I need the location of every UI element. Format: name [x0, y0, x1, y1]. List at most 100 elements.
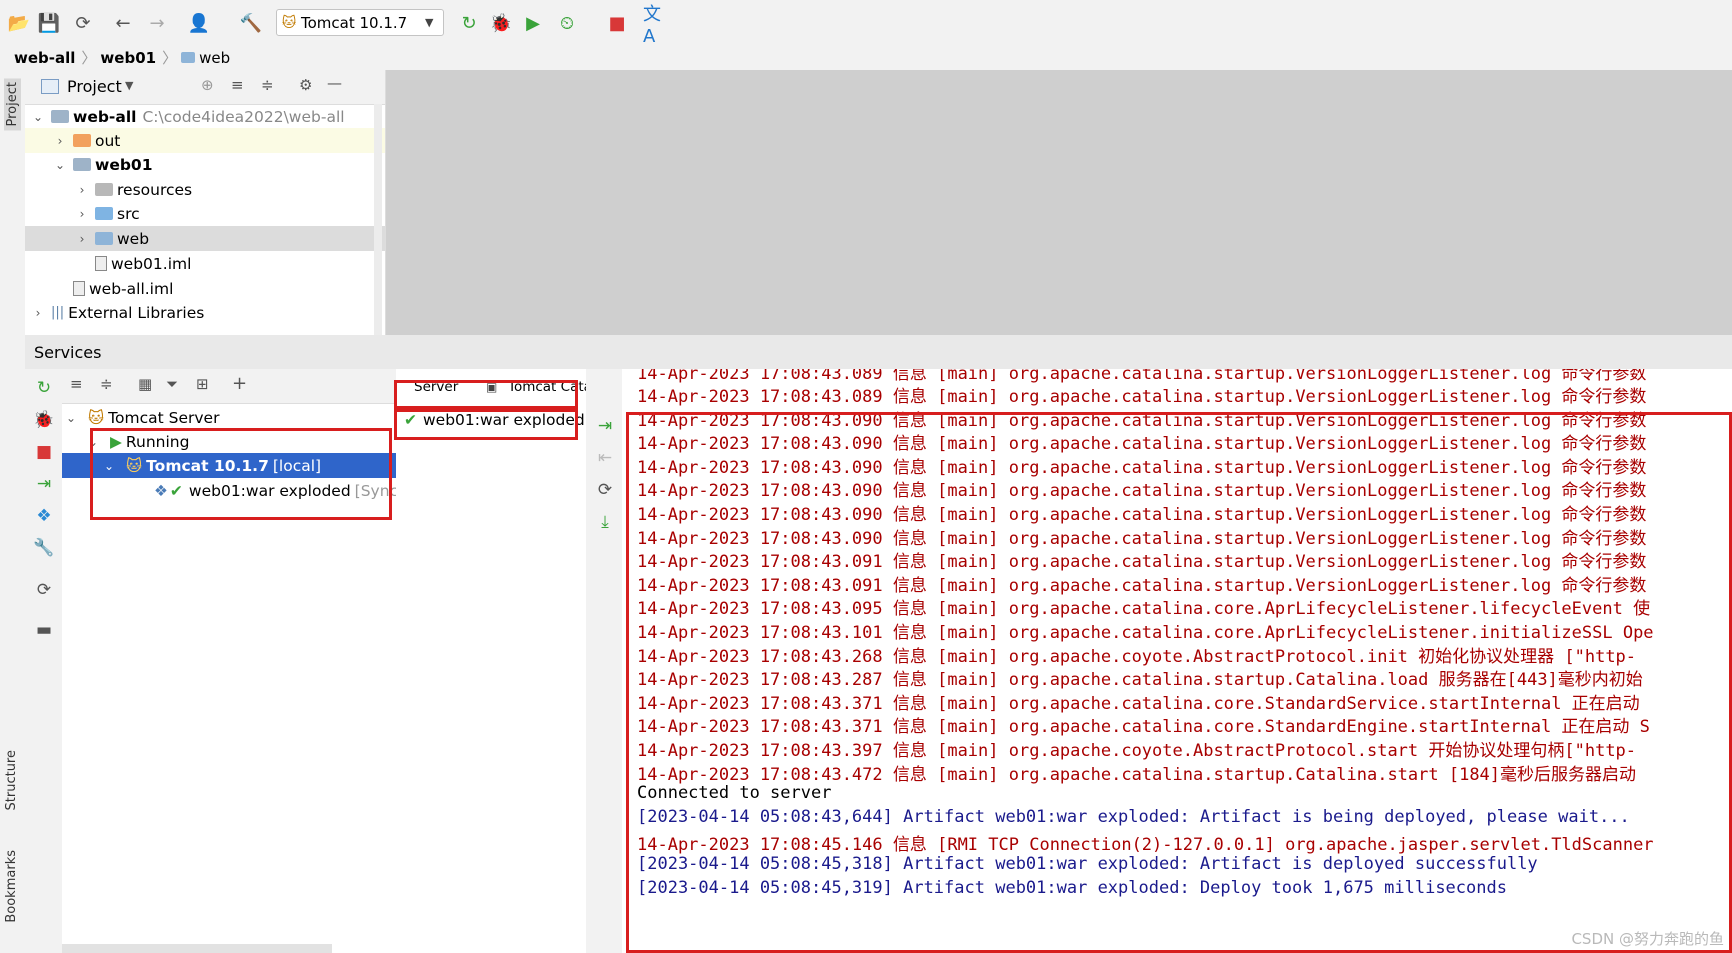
sync-icon[interactable]: ⟳	[72, 12, 94, 34]
refresh-icon[interactable]: ⟳	[33, 579, 55, 601]
forward-icon[interactable]: →	[146, 12, 168, 34]
project-panel-title[interactable]: Project	[67, 77, 122, 96]
download-icon[interactable]: ⤓	[594, 511, 616, 533]
services-title: Services	[34, 342, 102, 362]
artifact-icon[interactable]: ❖	[33, 505, 55, 527]
tree-label: web01.iml	[111, 254, 192, 273]
expand-all-icon[interactable]: ≡	[70, 375, 83, 393]
tomcat-icon: 🐱	[88, 408, 105, 427]
chevron-right-icon[interactable]: ›	[53, 134, 67, 148]
folder-icon	[73, 134, 91, 147]
chevron-down-icon[interactable]: ⌄	[31, 110, 45, 124]
collapse-all-icon[interactable]: ≑	[100, 375, 113, 393]
user-icon[interactable]: 👤	[188, 12, 210, 34]
scrollbar[interactable]	[374, 104, 382, 335]
chevron-right-icon[interactable]: ›	[75, 232, 89, 246]
rerun-icon[interactable]: ↻	[33, 377, 55, 399]
breadcrumb-separator-icon: 〉	[162, 49, 178, 67]
highlight-box-services-tree	[90, 428, 392, 520]
debug-icon[interactable]: 🐞	[490, 12, 512, 34]
tree-label: src	[117, 204, 140, 223]
new-tab-icon[interactable]: ⊞	[196, 375, 209, 393]
stop-icon[interactable]: ■	[606, 12, 628, 34]
highlight-box-deployment	[394, 406, 578, 440]
breadcrumb-item-web01[interactable]: web01	[100, 49, 156, 67]
left-tool-strip: Project Structure Bookmarks	[0, 70, 26, 953]
library-icon: |||	[51, 305, 65, 320]
debug-icon[interactable]: 🐞	[33, 409, 55, 431]
chevron-down-icon: ▼	[425, 16, 434, 29]
chevron-down-icon[interactable]: ⌄	[66, 411, 80, 425]
tree-item-tomcat-server[interactable]: ⌄ 🐱 Tomcat Server	[62, 405, 400, 430]
tree-label: out	[95, 131, 121, 150]
scrollbar[interactable]	[62, 944, 332, 953]
collapse-all-icon[interactable]: ≑	[261, 76, 274, 94]
layout-icon[interactable]: ▬	[33, 619, 55, 641]
back-icon[interactable]: ←	[112, 12, 134, 34]
run-configuration-select[interactable]: 🐱 Tomcat 10.1.7 ▼	[276, 9, 444, 36]
chevron-right-icon[interactable]: ›	[75, 183, 89, 197]
deploy-icon[interactable]: ⇥	[594, 415, 616, 437]
open-icon[interactable]: 📂	[8, 12, 30, 34]
log-line: 14-Apr-2023 17:08:43.089 信息 [main] org.a…	[637, 387, 1647, 407]
tree-item-web[interactable]: › web	[25, 226, 385, 251]
add-icon[interactable]: +	[232, 373, 247, 394]
web-folder-icon	[95, 232, 113, 245]
tree-label: web01	[95, 155, 153, 174]
tree-label: External Libraries	[68, 303, 205, 322]
save-icon[interactable]: 💾	[38, 12, 60, 34]
tree-item-external-libraries[interactable]: › ||| External Libraries	[25, 300, 391, 325]
file-icon	[73, 281, 85, 296]
editor-area	[386, 70, 1732, 335]
tree-label: web	[117, 229, 150, 248]
chevron-down-icon[interactable]: ▼	[125, 79, 133, 92]
project-panel: Project ▼ ⊕ ≡ ≑ ⚙ — ⌄ web-all C:\code4id…	[25, 70, 386, 335]
locate-icon[interactable]: ⊕	[201, 76, 214, 94]
group-icon[interactable]: ▦	[138, 375, 152, 393]
coverage-icon[interactable]: ▶	[522, 12, 544, 34]
chevron-right-icon[interactable]: ›	[75, 207, 89, 221]
breadcrumb-item-web-all[interactable]: web-all	[14, 49, 75, 67]
deploy-icon[interactable]: ⇥	[33, 473, 55, 495]
resources-folder-icon	[95, 183, 113, 196]
module-icon	[73, 158, 91, 171]
tree-item-web-all-iml[interactable]: web-all.iml	[25, 276, 427, 301]
minimize-icon[interactable]: —	[327, 74, 342, 92]
tree-label: resources	[117, 180, 193, 199]
file-icon	[95, 256, 107, 271]
project-tool-tab[interactable]: Project	[4, 78, 21, 131]
tree-label: web-all	[73, 107, 137, 126]
services-toolbar: ↻ 🐞 ■ ⇥ ❖ 🔧 ⟳ ▬	[25, 369, 63, 953]
tomcat-icon: 🐱	[281, 14, 297, 31]
services-header: Services	[25, 335, 1732, 370]
undeploy-icon[interactable]: ⇤	[594, 447, 616, 469]
deployment-toolbar: ⇥ ⇤ ⟳ ⤓	[586, 369, 623, 953]
module-icon	[51, 110, 69, 123]
filter-icon[interactable]: ⏷	[166, 375, 178, 393]
main-toolbar: 📂 💾 ⟳ ← → 👤 🔨 🐱 Tomcat 10.1.7 ▼ ↻ 🐞 ▶ ⏲ …	[0, 0, 1732, 47]
bookmarks-tool-tab[interactable]: Bookmarks	[4, 850, 19, 923]
run-config-label: Tomcat 10.1.7	[301, 13, 408, 32]
tree-item-web01[interactable]: ⌄ web01	[25, 152, 413, 177]
profile-icon[interactable]: ⏲	[556, 12, 578, 34]
breadcrumb-item-web[interactable]: web	[199, 49, 230, 67]
translate-icon[interactable]: 文A	[643, 4, 665, 47]
stop-icon[interactable]: ■	[33, 441, 55, 463]
tree-item-out[interactable]: › out	[25, 128, 385, 153]
chevron-right-icon[interactable]: ›	[31, 306, 45, 320]
expand-all-icon[interactable]: ≡	[231, 76, 244, 94]
rerun-icon[interactable]: ↻	[458, 12, 480, 34]
tree-item-web-all[interactable]: ⌄ web-all C:\code4idea2022\web-all	[25, 104, 391, 129]
services-tree-toolbar: ≡ ≑ ▦ ⏷ ⊞ +	[62, 369, 396, 404]
breadcrumb-separator-icon: 〉	[81, 49, 97, 67]
refresh-icon[interactable]: ⟳	[594, 479, 616, 501]
tree-label: Tomcat Server	[108, 408, 220, 427]
gear-icon[interactable]: ⚙	[299, 76, 312, 94]
breadcrumb: web-all 〉 web01 〉 web	[0, 45, 1732, 70]
tree-label: web-all.iml	[89, 279, 174, 298]
structure-tool-tab[interactable]: Structure	[4, 750, 19, 810]
wrench-icon[interactable]: 🔧	[33, 537, 55, 559]
build-icon[interactable]: 🔨	[240, 12, 262, 34]
project-view-icon	[41, 79, 59, 94]
chevron-down-icon[interactable]: ⌄	[53, 158, 67, 172]
